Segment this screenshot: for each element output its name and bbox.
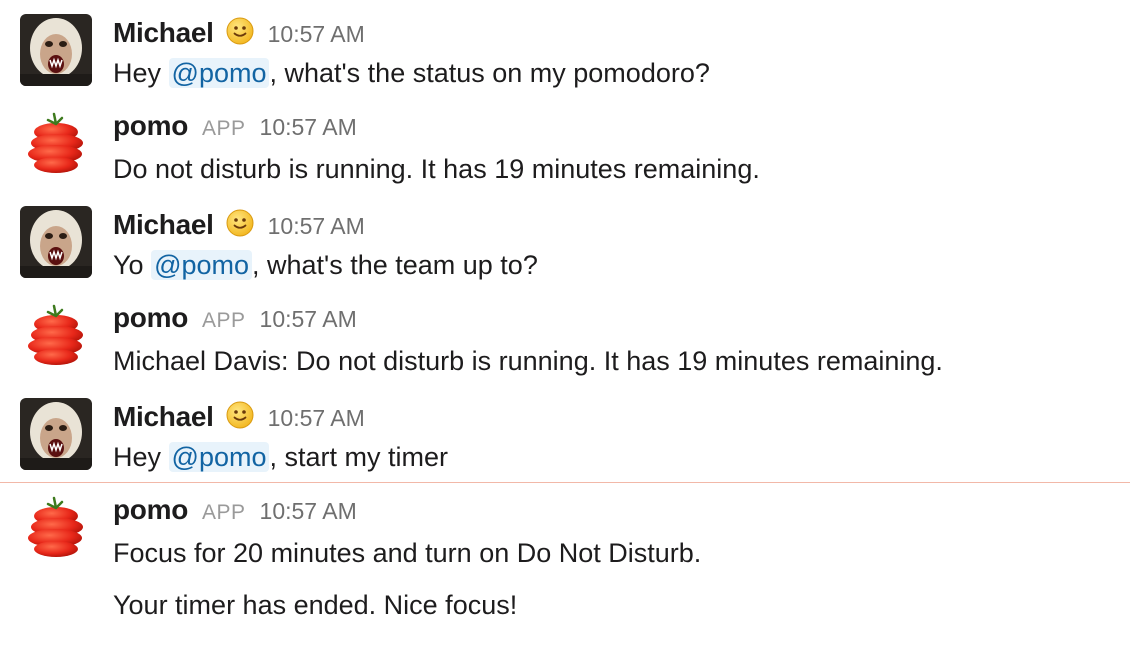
author-name[interactable]: pomo [113, 110, 188, 142]
message-text: Yo @pomo, what's the team up to? [113, 250, 538, 281]
message-text: Michael Davis: Do not disturb is running… [113, 346, 943, 376]
message-text: Focus for 20 minutes and turn on Do Not … [113, 538, 702, 568]
user-mention[interactable]: @pomo [151, 250, 253, 280]
text-segment: , start my timer [269, 442, 448, 472]
user-mention[interactable]: @pomo [168, 442, 270, 472]
timestamp[interactable]: 10:57 AM [260, 114, 357, 141]
slightly-smiling-face-icon[interactable] [226, 209, 254, 237]
new-messages-divider [0, 482, 1130, 483]
timestamp[interactable]: 10:57 AM [268, 405, 365, 432]
text-segment: Yo [113, 250, 152, 280]
slightly-smiling-face-icon[interactable] [226, 401, 254, 429]
slightly-smiling-face-icon[interactable] [226, 17, 254, 45]
message-header: pomo APP 10:57 AM [113, 110, 357, 142]
text-segment: Hey [113, 58, 169, 88]
author-name[interactable]: Michael [113, 401, 214, 433]
message-header: pomo APP 10:57 AM [113, 494, 357, 526]
message-header: Michael 10:57 AM [113, 206, 365, 241]
tomato-avatar-icon [20, 302, 92, 374]
message-text: Do not disturb is running. It has 19 min… [113, 154, 760, 184]
avatar[interactable] [20, 398, 92, 470]
monkey-avatar-icon [20, 398, 92, 470]
timestamp[interactable]: 10:57 AM [260, 498, 357, 525]
author-name[interactable]: pomo [113, 302, 188, 334]
author-name[interactable]: Michael [113, 17, 214, 49]
timestamp[interactable]: 10:57 AM [260, 306, 357, 333]
text-segment: , what's the status on my pomodoro? [269, 58, 710, 88]
monkey-avatar-icon [20, 14, 92, 86]
timestamp[interactable]: 10:57 AM [268, 21, 365, 48]
avatar[interactable] [20, 110, 92, 182]
author-name[interactable]: pomo [113, 494, 188, 526]
message-header: Michael 10:57 AM [113, 398, 365, 433]
message-text: Hey @pomo, start my timer [113, 442, 448, 473]
monkey-avatar-icon [20, 206, 92, 278]
avatar[interactable] [20, 206, 92, 278]
avatar[interactable] [20, 14, 92, 86]
app-badge: APP [202, 117, 246, 140]
tomato-avatar-icon [20, 494, 92, 566]
app-badge: APP [202, 501, 246, 524]
tomato-avatar-icon [20, 110, 92, 182]
timestamp[interactable]: 10:57 AM [268, 213, 365, 240]
message-header: pomo APP 10:57 AM [113, 302, 357, 334]
message-text: Your timer has ended. Nice focus! [113, 590, 518, 620]
message-header: Michael 10:57 AM [113, 14, 365, 49]
text-segment: , what's the team up to? [252, 250, 538, 280]
avatar[interactable] [20, 302, 92, 374]
user-mention[interactable]: @pomo [168, 58, 270, 88]
message-text: Hey @pomo, what's the status on my pomod… [113, 58, 710, 89]
text-segment: Hey [113, 442, 169, 472]
author-name[interactable]: Michael [113, 209, 214, 241]
app-badge: APP [202, 309, 246, 332]
avatar[interactable] [20, 494, 92, 566]
